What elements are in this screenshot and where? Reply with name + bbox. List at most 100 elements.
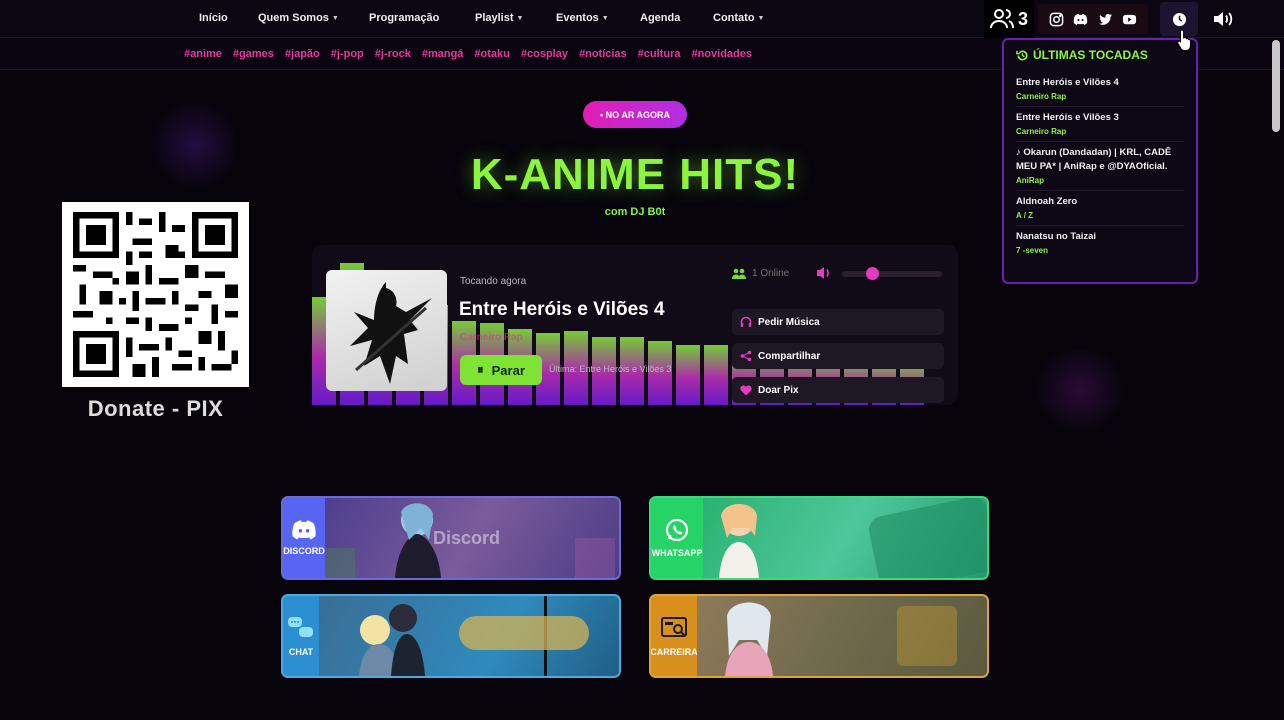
listeners-count: 3 xyxy=(1017,8,1028,29)
online-count: 1 Online xyxy=(752,268,790,279)
request-label: Pedir Música xyxy=(758,316,820,328)
whatsapp-banner[interactable]: WHATSAPP xyxy=(649,496,989,580)
tag-link[interactable]: #j-pop xyxy=(331,48,364,60)
nav-eventos[interactable]: Eventos ▼ xyxy=(556,12,609,24)
recent-track-item[interactable]: Entre Heróis e Vilões 3 Carneiro Rap xyxy=(1016,107,1184,142)
whatsapp-side: WHATSAPP xyxy=(651,498,703,578)
page-scrollbar[interactable] xyxy=(1272,40,1280,132)
album-cover xyxy=(326,270,447,391)
tag-link[interactable]: #cosplay xyxy=(521,48,568,60)
tag-link[interactable]: #mangá xyxy=(422,48,464,60)
tag-link[interactable]: #notícias xyxy=(579,48,627,60)
background-glow xyxy=(1030,350,1130,430)
tag-link[interactable]: #games xyxy=(233,48,274,60)
nav-label: Quem Somos xyxy=(258,12,329,24)
volume-icon[interactable] xyxy=(816,266,834,285)
discord-banner[interactable]: DISCORD Discord xyxy=(281,496,621,580)
hand-cursor-icon xyxy=(1177,29,1191,51)
track-artist: Carneiro Rap xyxy=(460,332,523,343)
instagram-icon[interactable] xyxy=(1049,12,1064,27)
recent-track-item[interactable]: Nanatsu no Taizai 7 -seven xyxy=(1016,226,1184,260)
twitter-icon[interactable] xyxy=(1098,12,1113,27)
donate-label: Doar Pix xyxy=(758,384,799,396)
tag-list: #anime #games #japão #j-pop #j-rock #man… xyxy=(184,48,763,60)
stop-label: Parar xyxy=(491,362,525,378)
history-icon xyxy=(1016,49,1028,60)
tag-link[interactable]: #otaku xyxy=(474,48,509,60)
caret-down-icon: ▼ xyxy=(601,14,609,22)
clock-icon xyxy=(1172,12,1186,26)
online-indicator: 1 Online xyxy=(732,268,789,279)
anime-warrior-art xyxy=(350,282,432,384)
share-button[interactable]: Compartilhar xyxy=(732,343,944,369)
nav-label: Eventos xyxy=(556,12,599,24)
volume-slider[interactable] xyxy=(842,271,942,277)
nav-quem-somos[interactable]: Quem Somos ▼ xyxy=(258,12,339,24)
whatsapp-side-label: WHATSAPP xyxy=(651,548,703,558)
job-board-icon xyxy=(661,617,687,637)
tag-link[interactable]: #anime xyxy=(184,48,222,60)
qr-code-image xyxy=(73,212,238,377)
chat-artwork xyxy=(319,596,619,676)
tag-link[interactable]: #j-rock xyxy=(375,48,411,60)
nav-playlist[interactable]: Playlist ▼ xyxy=(475,12,523,24)
recent-track-artist: Carneiro Rap xyxy=(1016,127,1067,136)
heart-icon xyxy=(740,385,752,395)
pause-icon: ⏸ xyxy=(477,362,484,377)
nav-label: Agenda xyxy=(640,12,681,24)
visualizer-bar xyxy=(676,345,700,405)
volume-button[interactable] xyxy=(1210,8,1238,30)
nav-inicio[interactable]: Início xyxy=(199,12,228,24)
recent-track-title: Aldnoah Zero xyxy=(1016,196,1078,207)
caret-down-icon: ▼ xyxy=(331,14,339,22)
nav-label: Início xyxy=(199,12,228,24)
recent-title: ÚLTIMAS TOCADAS xyxy=(1033,48,1148,62)
recent-track-item[interactable]: Aldnoah Zero A / Z xyxy=(1016,191,1184,226)
donate-pix-label: Donate - PIX xyxy=(87,396,224,421)
share-label: Compartilhar xyxy=(758,350,821,362)
nav-label: Contato xyxy=(713,12,755,24)
stop-button[interactable]: ⏸ Parar xyxy=(460,355,542,385)
nav-agenda[interactable]: Agenda xyxy=(640,12,680,24)
nav-programacao[interactable]: Programação xyxy=(369,12,439,24)
carreira-artwork xyxy=(697,596,987,676)
discord-icon[interactable] xyxy=(1073,12,1088,27)
chat-banner[interactable]: CHAT xyxy=(281,594,621,678)
recent-track-title: Entre Heróis e Vilões 3 xyxy=(1016,112,1119,123)
nav-contato[interactable]: Contato ▼ xyxy=(713,12,764,24)
track-title: Entre Heróis e Vilões 4 xyxy=(459,299,665,320)
users-icon xyxy=(989,9,1014,29)
pix-qr-code xyxy=(62,202,249,387)
recent-track-item[interactable]: Entre Heróis e Vilões 4 Carneiro Rap xyxy=(1016,72,1184,107)
now-playing-label: Tocando agora xyxy=(460,276,527,287)
nav-label: Programação xyxy=(369,12,440,24)
caret-down-icon: ▼ xyxy=(757,14,765,22)
social-links xyxy=(1038,4,1148,34)
background-glow xyxy=(150,100,240,190)
tag-link[interactable]: #novidades xyxy=(691,48,752,60)
recent-track-title: Entre Heróis e Vilões 4 xyxy=(1016,77,1119,88)
donate-pix-button[interactable]: Doar Pix xyxy=(732,377,944,403)
whatsapp-artwork xyxy=(703,498,987,578)
recent-tracks-dropdown: ÚLTIMAS TOCADAS Entre Heróis e Vilões 4 … xyxy=(1002,38,1198,284)
discord-icon xyxy=(292,520,316,540)
recent-header: ÚLTIMAS TOCADAS xyxy=(1016,48,1184,62)
volume-slider-handle[interactable] xyxy=(866,267,879,280)
chat-side: CHAT xyxy=(283,596,319,676)
speaker-icon xyxy=(1214,12,1233,26)
tag-link[interactable]: #cultura xyxy=(638,48,681,60)
carreira-banner[interactable]: CARREIRA xyxy=(649,594,989,678)
anime-girl-phone-art xyxy=(719,498,987,578)
youtube-icon[interactable] xyxy=(1122,12,1137,27)
request-song-button[interactable]: Pedir Música xyxy=(732,309,944,335)
tag-link[interactable]: #japão xyxy=(285,48,320,60)
recent-track-title: ♪ Okarun (Dandadan) | KRL, CADÊ MEU PA* … xyxy=(1016,147,1172,172)
program-host: com DJ B0t xyxy=(604,206,666,218)
share-icon xyxy=(740,350,752,362)
recent-track-item[interactable]: ♪ Okarun (Dandadan) | KRL, CADÊ MEU PA* … xyxy=(1016,142,1184,191)
carreira-side: CARREIRA xyxy=(651,596,698,676)
on-air-badge: • NO AR AGORA xyxy=(583,101,687,128)
headphones-icon xyxy=(740,316,752,327)
listeners-counter: 3 xyxy=(984,0,1034,38)
discord-side-label: DISCORD xyxy=(283,546,325,556)
